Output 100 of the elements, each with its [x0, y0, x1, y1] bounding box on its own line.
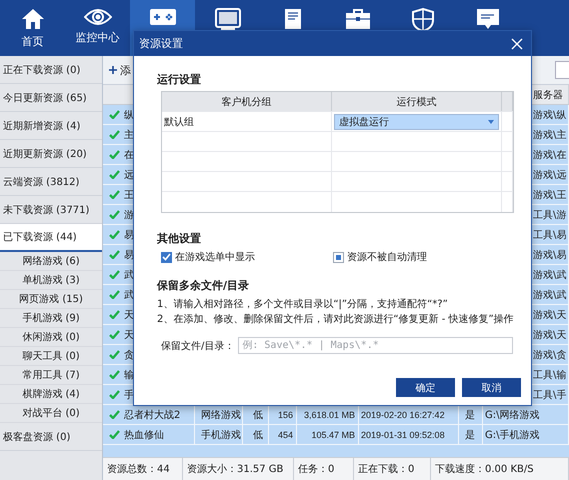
checkmark-icon [109, 250, 120, 259]
table-cell-text: 游戏\在 [533, 148, 566, 162]
table-cell-text: 游戏\天 [533, 308, 566, 322]
sidebar-subitem[interactable]: 单机游戏 (3) [0, 271, 102, 290]
table-cell-text: 天 [124, 308, 134, 322]
table-cell-text: 输 [124, 368, 134, 382]
status-text: 下载速度：0.00 KB/S [431, 458, 569, 480]
checkbox[interactable] [161, 252, 172, 262]
eye-icon [84, 8, 112, 26]
checkmark-icon [109, 190, 120, 199]
table-row[interactable]: 热血修仙 手机游戏 低 454 105.47 MB 2019-01-31 09:52:08 是 G:\手机游戏 [103, 425, 569, 445]
close-button[interactable] [509, 36, 525, 52]
table-cell-text: 忍者村大战2 [124, 408, 180, 422]
table-cell-text: 低 [253, 428, 263, 442]
checkmark-icon [109, 430, 120, 439]
table-cell-text: 游戏\天 [533, 328, 566, 342]
checkbox[interactable] [333, 252, 344, 262]
table-cell: 3,618.01 MB [304, 410, 355, 420]
checkmark-icon [109, 130, 120, 139]
checkmark-icon [109, 350, 120, 359]
home-icon [20, 8, 44, 30]
instruction-text: 2、在添加、修改、删除保留文件后，请对此资源进行“修复更新 - 快速修复”操作 [157, 312, 515, 327]
dialog-button[interactable]: 取消 [462, 378, 521, 397]
checkbox-label: 在游戏选单中显示 [175, 250, 255, 264]
table-cell-text: 游戏\武 [533, 288, 566, 302]
nav-tab[interactable]: 监控中心 [65, 0, 130, 56]
nav-tab[interactable]: 首页 [0, 0, 65, 56]
table-cell-text: 游戏\易 [533, 248, 566, 262]
sidebar-subitem[interactable]: 网页游戏 (15) [0, 290, 102, 309]
column-header: 客户机分组 [162, 92, 332, 111]
table-cell: 2019-02-20 16:27:42 [361, 410, 445, 420]
table-cell-text: 贪 [124, 348, 134, 362]
sidebar-subitem[interactable]: 常用工具 (7) [0, 366, 102, 385]
checkmark-icon [109, 270, 120, 279]
checkmark-icon [109, 290, 120, 299]
sidebar-subitem[interactable]: 聊天工具 (0) [0, 347, 102, 366]
table-cell-text: 游戏\远 [533, 168, 566, 182]
status-text: 任务：0 [294, 458, 354, 480]
status-text: 资源大小：31.57 GB [183, 458, 294, 480]
status-text: 资源总数：44 [103, 458, 183, 480]
square-mark-icon [336, 254, 341, 260]
mode-dropdown[interactable]: 虚拟盘运行 [334, 114, 499, 130]
table-cell-text: 手 [124, 388, 134, 402]
checkmark-icon [109, 370, 120, 379]
column-header: 运行模式 [332, 92, 502, 111]
sidebar-subitem[interactable]: 棋牌游戏 (4) [0, 385, 102, 404]
checkmark-icon [162, 253, 171, 261]
table-cell-text: 工具\易 [533, 228, 566, 242]
plus-icon [109, 66, 117, 74]
table-cell: 2019-01-31 09:52:08 [361, 430, 445, 440]
column-header[interactable]: 服务器 [533, 88, 563, 102]
section-title: 其他设置 [157, 231, 202, 246]
table-cell-text: 游戏\贪 [533, 348, 566, 362]
table-cell-text: 游 [124, 208, 134, 222]
table-cell-text: 游戏\王 [533, 188, 566, 202]
table-cell-text: G:\网络游戏 [485, 408, 540, 422]
field-label: 保留文件/目录： [161, 340, 234, 352]
table-cell-text: 纵 [124, 108, 134, 122]
table-row[interactable]: 忍者村大战2 网络游戏 低 156 3,618.01 MB 2019-02-20 16:27:42 是 G:\网络游戏 [103, 405, 569, 425]
dialog-title: 资源设置 [139, 36, 183, 51]
checkmark-icon [109, 230, 120, 239]
checkmark-icon [109, 330, 120, 339]
table-cell-text: 网络游戏 [201, 408, 241, 422]
checkmark-icon [109, 210, 120, 219]
table-cell-text: 王 [124, 188, 134, 202]
checkmark-icon [109, 170, 120, 179]
checkmark-icon [109, 150, 120, 159]
dialog-button[interactable]: 确定 [396, 378, 455, 397]
checkmark-icon [109, 410, 120, 419]
sidebar-subitem[interactable]: 手机游戏 (9) [0, 309, 102, 328]
gamepad-icon [148, 8, 176, 26]
table-cell-text: 热血修仙 [124, 428, 164, 442]
search-field[interactable] [555, 61, 569, 79]
section-title: 运行设置 [157, 72, 202, 87]
table-cell: 454 [278, 430, 293, 440]
checkbox-label: 资源不被自动清理 [347, 250, 427, 264]
table-cell-text: 默认组 [164, 116, 194, 128]
table-cell: 156 [278, 410, 293, 420]
table-cell-text: 游戏\纵 [533, 108, 566, 122]
table-cell-text: 工具\手 [533, 388, 566, 402]
table-cell-text: 工具\输 [533, 368, 566, 382]
table-cell-text: 手机游戏 [201, 428, 241, 442]
checkmark-icon [109, 390, 120, 399]
checkmark-icon [109, 110, 120, 119]
table-cell-text: 游戏\武 [533, 268, 566, 282]
table-cell-text: 低 [253, 408, 263, 422]
input-field[interactable]: 例: Save\*.* | Maps\*.* [238, 337, 514, 354]
add-button[interactable]: 添 [107, 60, 133, 80]
section-title: 保留多余文件/目录 [157, 278, 250, 293]
table-cell-text: 游戏\主 [533, 128, 566, 142]
table-cell-text: 是 [465, 408, 475, 422]
table-cell-text: 天 [124, 328, 134, 342]
sidebar-subitem[interactable]: 休闲游戏 (0) [0, 328, 102, 347]
sidebar-item[interactable]: 已下载资源 (44) [0, 224, 102, 252]
sidebar-subitem[interactable]: 网络游戏 (6) [0, 252, 102, 271]
table-cell-text: 工具\游 [533, 208, 566, 222]
table-cell-text: 在 [124, 148, 134, 162]
table-cell: 105.47 MB [311, 430, 355, 440]
table-cell-text: 是 [465, 428, 475, 442]
close-icon [509, 36, 525, 52]
